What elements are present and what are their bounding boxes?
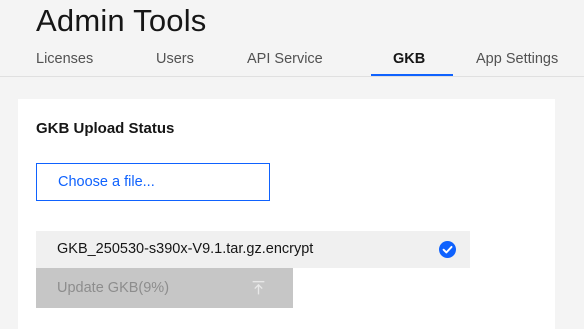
header: Admin Tools Licenses Users API Service G…: [0, 0, 584, 78]
choose-file-button[interactable]: Choose a file...: [36, 163, 270, 201]
active-tab-indicator: [371, 74, 453, 76]
page-title: Admin Tools: [36, 3, 207, 38]
tab-gkb[interactable]: GKB: [393, 48, 425, 74]
update-gkb-button[interactable]: Update GKB(9%): [36, 268, 293, 308]
tab-api-service[interactable]: API Service: [247, 48, 323, 74]
checkmark-filled-icon: [439, 241, 456, 258]
tab-licenses[interactable]: Licenses: [36, 48, 93, 74]
update-gkb-label: Update GKB(9%): [57, 280, 170, 296]
panel-title: GKB Upload Status: [36, 120, 175, 137]
tab-bar: Licenses Users API Service GKB App Setti…: [0, 44, 584, 77]
tab-users[interactable]: Users: [156, 48, 194, 74]
uploaded-file-item: GKB_250530-s390x-V9.1.tar.gz.encrypt: [36, 231, 470, 268]
file-name: GKB_250530-s390x-V9.1.tar.gz.encrypt: [57, 241, 314, 257]
tab-app-settings[interactable]: App Settings: [476, 48, 558, 74]
gkb-upload-panel: GKB Upload Status Choose a file... GKB_2…: [18, 99, 555, 329]
upload-icon: [252, 280, 265, 295]
